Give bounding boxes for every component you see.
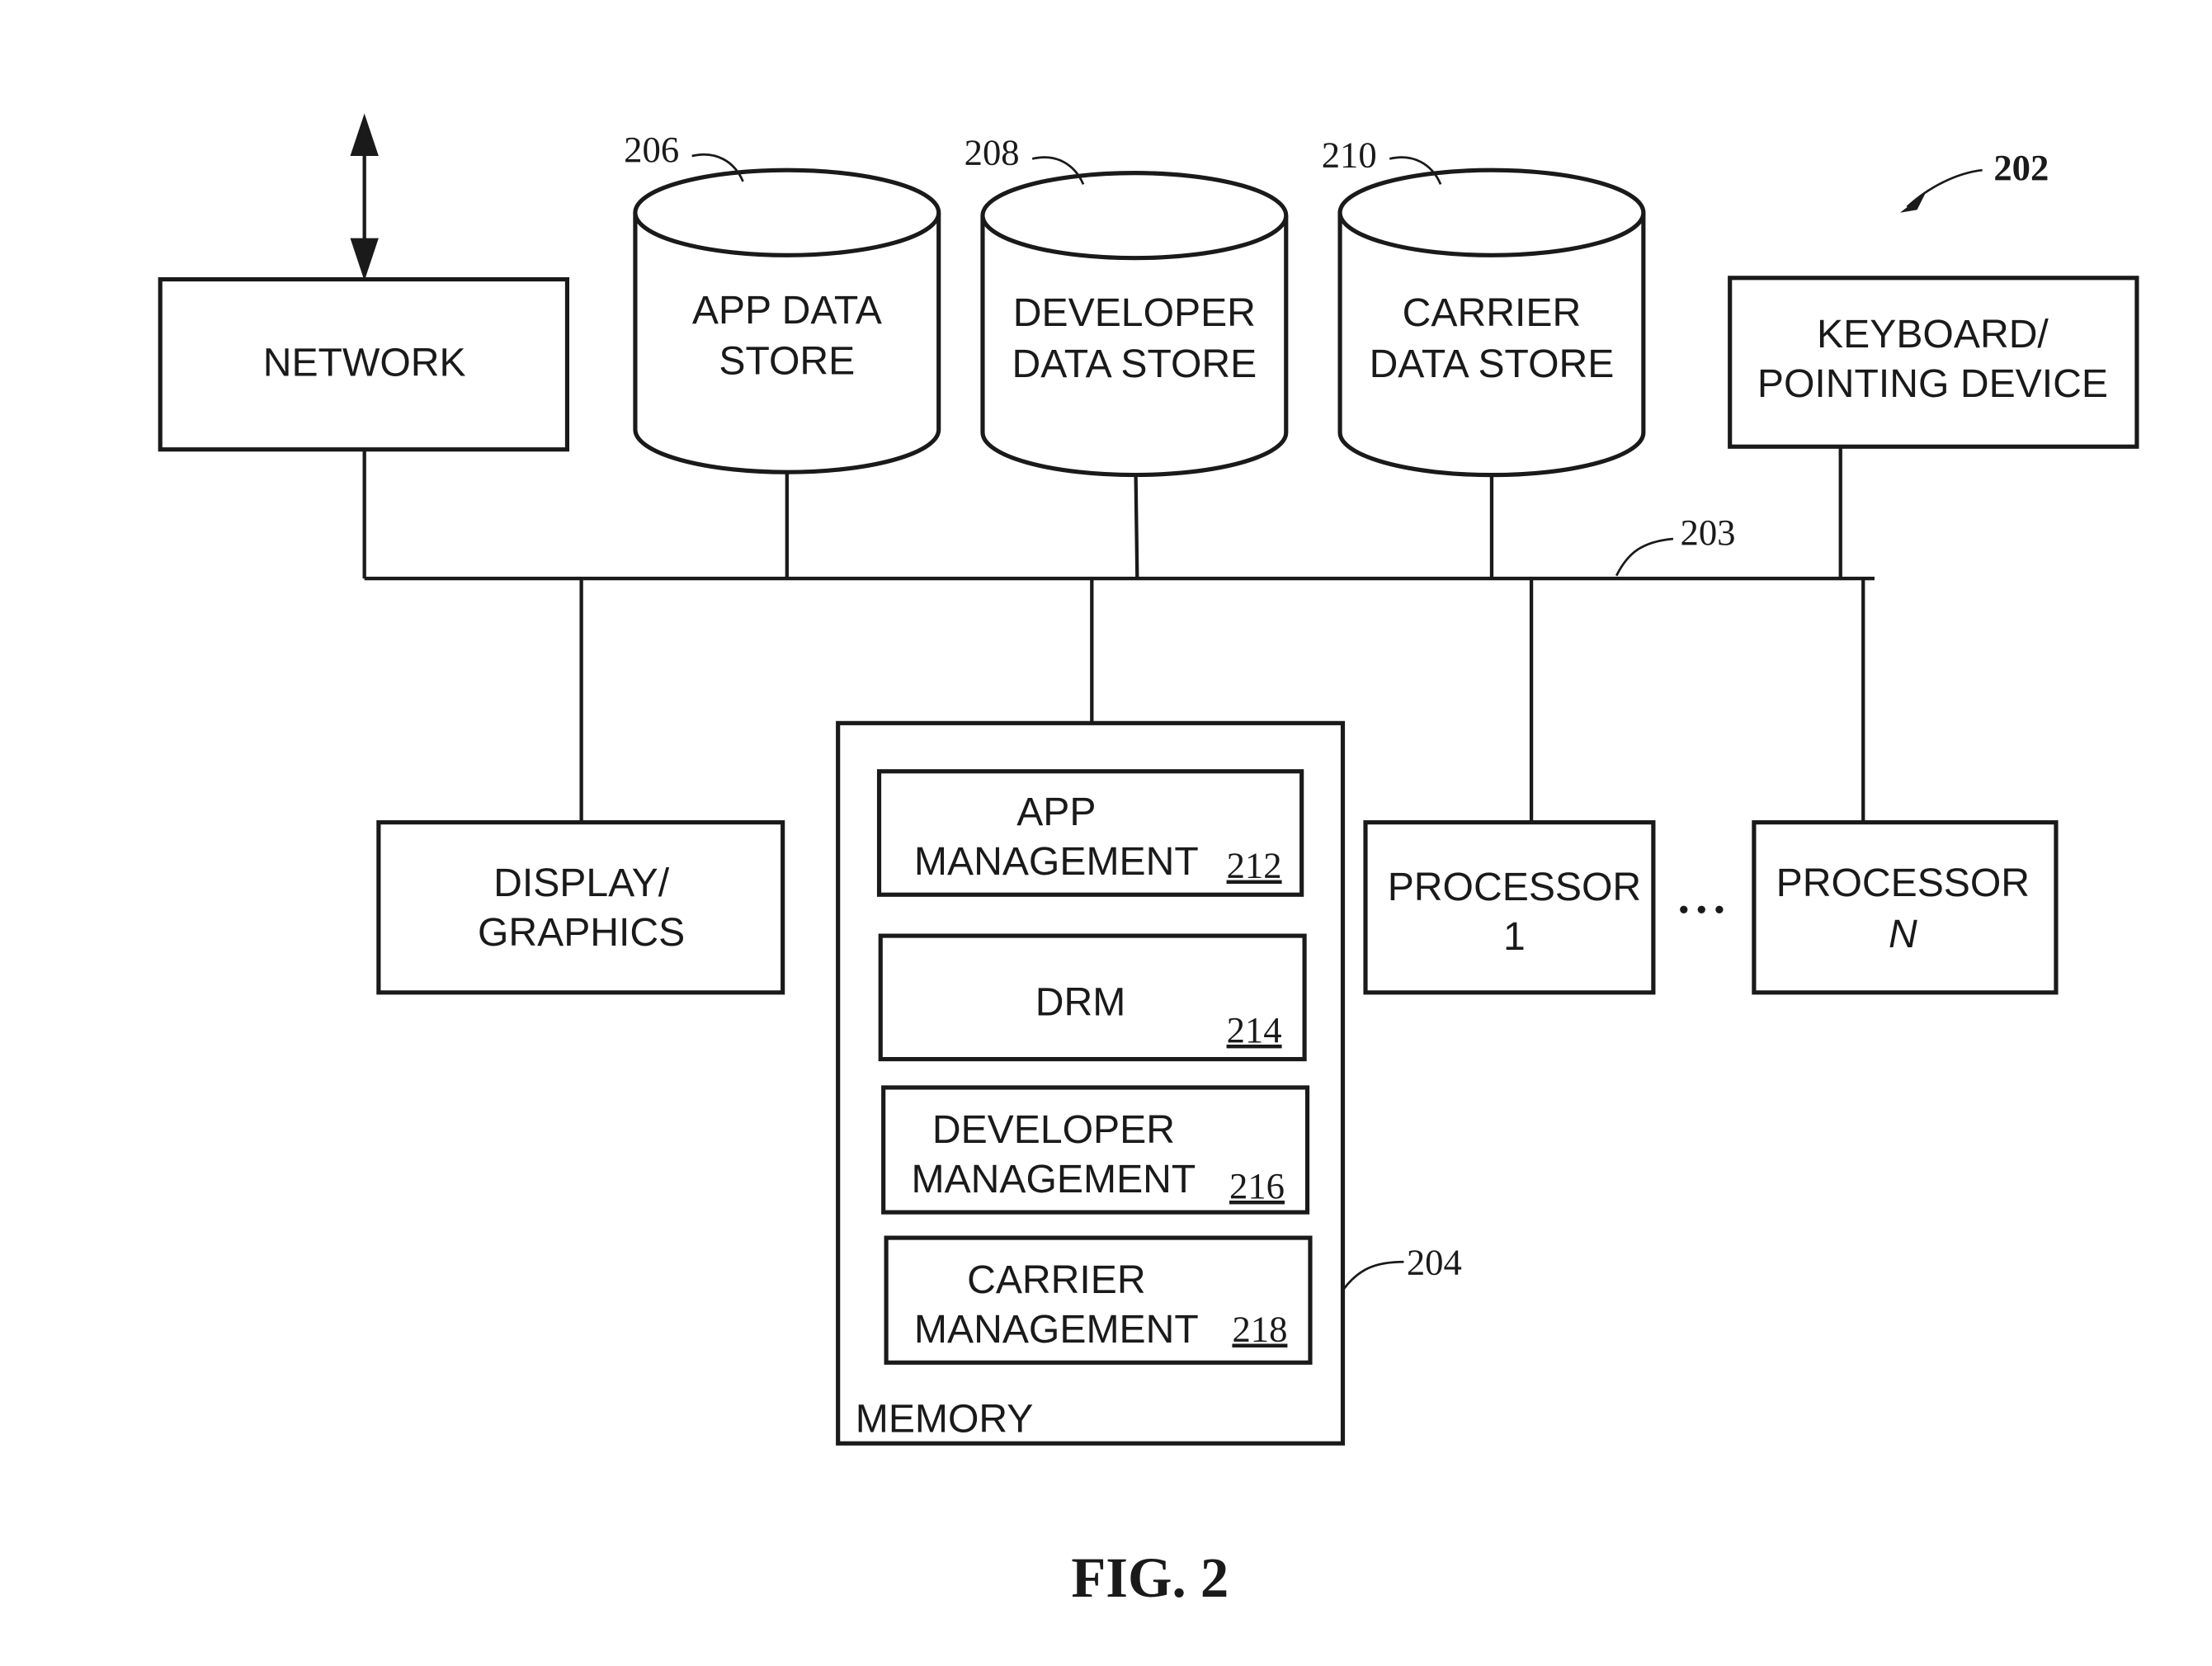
memory-leader	[1342, 1260, 1404, 1291]
module-line1: CARRIER	[967, 1258, 1146, 1302]
display-line2: GRAPHICS	[478, 910, 685, 955]
data-store-app: APP DATA STORE 206	[624, 129, 941, 474]
data-store-developer-ref: 208	[965, 131, 1020, 172]
module-line2: MANAGEMENT	[914, 1307, 1199, 1352]
processor-n-box: PROCESSOR N	[1752, 820, 2059, 995]
memory-module-app-management: APP MANAGEMENT 212	[876, 769, 1304, 897]
module-line1: APP	[1016, 790, 1096, 834]
data-store-carrier: CARRIER DATA STORE 210	[1322, 135, 1646, 478]
network-label: NETWORK	[263, 340, 466, 385]
keyboard-line1: KEYBOARD/	[1817, 312, 2049, 356]
memory-label: MEMORY	[856, 1396, 1034, 1441]
bus-ref: 203	[1681, 512, 1736, 553]
display-box: DISPLAY/ GRAPHICS	[376, 820, 785, 995]
module-line1: DRM	[1035, 979, 1126, 1024]
bus-leader	[1615, 537, 1674, 577]
system-reference: 202	[1899, 147, 2049, 213]
memory-module-carrier-management: CARRIER MANAGEMENT 218	[884, 1235, 1313, 1365]
system-reference-label: 202	[1993, 147, 2049, 188]
arrow-up-icon	[350, 113, 379, 157]
data-store-app-line2: STORE	[719, 339, 855, 384]
module-line2: MANAGEMENT	[911, 1157, 1196, 1201]
processor-n-line1: PROCESSOR	[1776, 861, 2030, 905]
data-store-carrier-line2: DATA STORE	[1370, 342, 1615, 386]
memory-module-developer-management: DEVELOPER MANAGEMENT 216	[881, 1085, 1310, 1215]
module-line1: DEVELOPER	[932, 1107, 1175, 1152]
module-ref: 218	[1232, 1309, 1287, 1350]
data-store-developer-line2: DATA STORE	[1012, 342, 1257, 386]
processor-n-line2: N	[1889, 912, 1917, 956]
memory-module-drm: DRM 214	[878, 933, 1307, 1062]
keyboard-line2: POINTING DEVICE	[1757, 361, 2108, 406]
memory-ref: 204	[1407, 1242, 1462, 1283]
keyboard-box: KEYBOARD/ POINTING DEVICE	[1728, 276, 2139, 449]
figure-caption: FIG. 2	[1071, 1546, 1229, 1609]
module-ref: 216	[1229, 1165, 1285, 1206]
display-line1: DISPLAY/	[493, 861, 670, 905]
data-store-carrier-ref: 210	[1322, 135, 1377, 176]
arrow-down-icon	[350, 238, 379, 281]
system-diagram: 202 NETWORK APP DATA STORE 206 DEVELOPER…	[158, 113, 2139, 1609]
data-store-developer-line1: DEVELOPER	[1013, 290, 1256, 335]
module-ref: 212	[1227, 845, 1282, 886]
data-store-developer: DEVELOPER DATA STORE 208	[965, 131, 1289, 478]
module-line2: MANAGEMENT	[914, 839, 1199, 884]
data-store-app-line1: APP DATA	[692, 288, 882, 333]
processor-1-line2: 1	[1503, 914, 1526, 959]
module-ref: 214	[1227, 1009, 1282, 1050]
data-store-carrier-line1: CARRIER	[1403, 290, 1582, 335]
network-box: NETWORK	[158, 276, 570, 452]
processor-1-box: PROCESSOR 1	[1363, 820, 1656, 995]
data-store-app-ref: 206	[624, 129, 679, 170]
processor-ellipsis: • • •	[1679, 894, 1724, 925]
processor-1-line1: PROCESSOR	[1388, 865, 1641, 909]
network-io-arrow	[350, 113, 379, 281]
